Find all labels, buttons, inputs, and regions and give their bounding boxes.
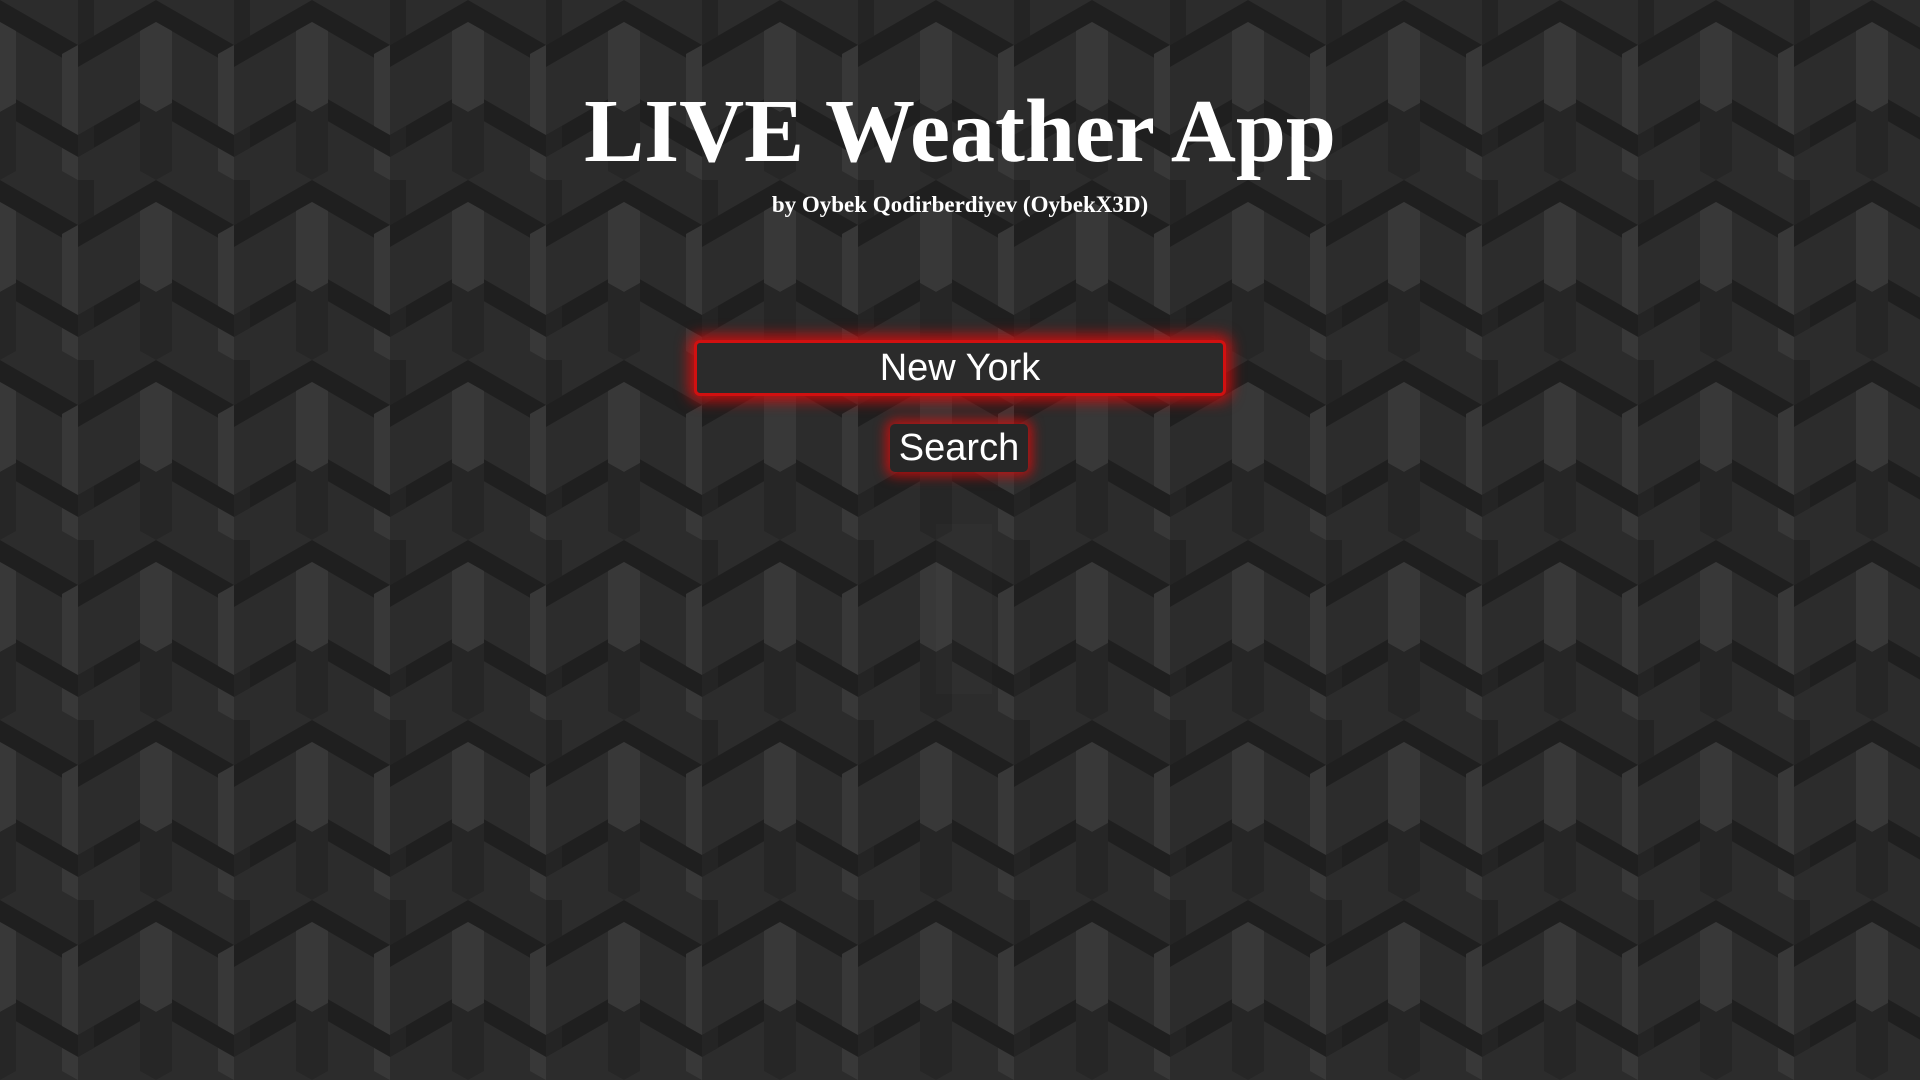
page-title: LIVE Weather App bbox=[584, 82, 1336, 181]
author-subtitle: by Oybek Qodirberdiyev (OybekX3D) bbox=[771, 192, 1149, 217]
weather-result-panel bbox=[936, 524, 992, 694]
app-container: LIVE Weather App by Oybek Qodirberdiyev … bbox=[0, 0, 1920, 1080]
search-button[interactable]: Search bbox=[890, 424, 1028, 472]
city-search-input[interactable] bbox=[694, 340, 1226, 396]
